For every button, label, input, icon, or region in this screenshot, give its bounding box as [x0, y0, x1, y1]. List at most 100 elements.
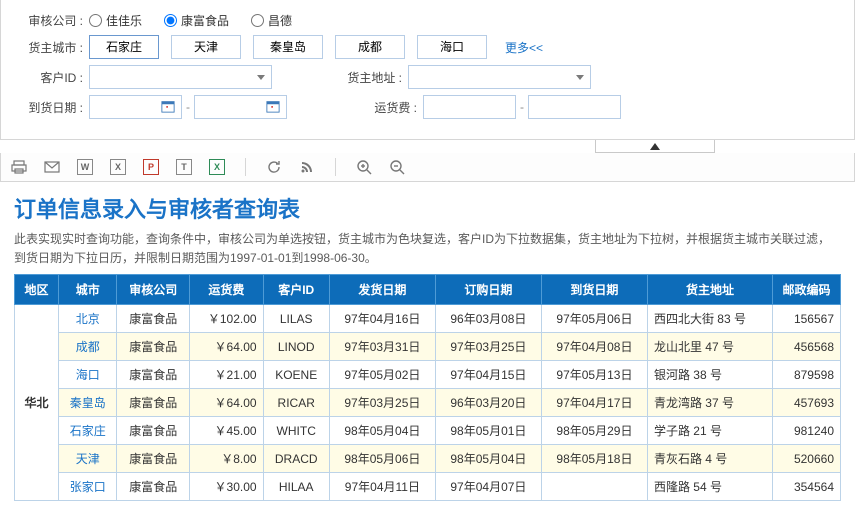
table-header: 邮政编码: [773, 275, 841, 305]
table-cell: DRACD: [263, 445, 329, 473]
table-cell: 97年04月07日: [435, 473, 541, 501]
table-cell: RICAR: [263, 389, 329, 417]
table-cell: 青灰石路 4 号: [647, 445, 772, 473]
toolbar: W X P T X: [0, 153, 855, 182]
table-cell: 98年05月04日: [329, 417, 435, 445]
table-cell: 银河路 38 号: [647, 361, 772, 389]
table-cell: 康富食品: [117, 333, 190, 361]
table-header: 地区: [15, 275, 59, 305]
report-title: 订单信息录入与审核者查询表: [14, 192, 841, 224]
table-header: 到货日期: [541, 275, 647, 305]
table-cell: HILAA: [263, 473, 329, 501]
collapse-tab-row: [0, 140, 855, 153]
table-row: 石家庄康富食品￥45.00WHITC98年05月04日98年05月01日98年0…: [15, 417, 841, 445]
filter-panel: 审核公司 : 佳佳乐 康富食品 昌德 货主城市 : 石家庄 天津 秦皇岛 成都 …: [0, 0, 855, 140]
radio-jjl-input[interactable]: [89, 14, 102, 27]
city-label: 货主城市 :: [11, 39, 89, 56]
customer-label: 客户ID :: [11, 69, 89, 86]
table-cell: 成都: [59, 333, 117, 361]
calendar-icon: [266, 99, 280, 116]
report-area: 订单信息录入与审核者查询表 此表实现实时查询功能，查询条件中，审核公司为单选按钮…: [0, 182, 855, 507]
city-btn-0[interactable]: 石家庄: [89, 35, 159, 59]
table-row: 华北北京康富食品￥102.00LILAS97年04月16日96年03月08日97…: [15, 305, 841, 333]
rss-icon[interactable]: [299, 159, 315, 175]
export-pdf-icon[interactable]: P: [143, 159, 159, 175]
arrival-date-from[interactable]: [89, 95, 182, 119]
freight-to-input[interactable]: [528, 95, 621, 119]
table-cell: ￥102.00: [190, 305, 263, 333]
table-cell: 456568: [773, 333, 841, 361]
table-cell: 学子路 21 号: [647, 417, 772, 445]
table-cell: 康富食品: [117, 389, 190, 417]
table-header: 货主地址: [647, 275, 772, 305]
arrival-date-to[interactable]: [194, 95, 287, 119]
print-icon[interactable]: [11, 159, 27, 175]
export-excel-icon[interactable]: X: [110, 159, 126, 175]
table-cell: 96年03月20日: [435, 389, 541, 417]
chevron-down-icon: [257, 75, 265, 80]
mail-icon[interactable]: [44, 159, 60, 175]
table-header: 订购日期: [435, 275, 541, 305]
company-radio-kfsp[interactable]: 康富食品: [164, 12, 229, 29]
table-cell: 天津: [59, 445, 117, 473]
report-desc: 此表实现实时查询功能，查询条件中，审核公司为单选按钮，货主城市为色块复选，客户I…: [14, 230, 841, 268]
table-cell: 康富食品: [117, 361, 190, 389]
table-row: 成都康富食品￥64.00LINOD97年03月31日97年03月25日97年04…: [15, 333, 841, 361]
table-cell: 西隆路 54 号: [647, 473, 772, 501]
table-cell: 457693: [773, 389, 841, 417]
freight-sep: -: [520, 100, 524, 114]
city-btn-1[interactable]: 天津: [171, 35, 241, 59]
refresh-icon[interactable]: [266, 159, 282, 175]
table-cell: 康富食品: [117, 417, 190, 445]
export-word-icon[interactable]: W: [77, 159, 93, 175]
customer-select[interactable]: [89, 65, 272, 89]
table-cell: 石家庄: [59, 417, 117, 445]
data-table: 地区城市审核公司运货费客户ID发货日期订购日期到货日期货主地址邮政编码 华北北京…: [14, 274, 841, 501]
company-radio-group: 佳佳乐 康富食品 昌德: [89, 12, 292, 29]
zoom-out-icon[interactable]: [389, 159, 405, 175]
city-btn-2[interactable]: 秦皇岛: [253, 35, 323, 59]
table-cell: 康富食品: [117, 305, 190, 333]
table-cell: 97年03月31日: [329, 333, 435, 361]
table-cell: 97年04月16日: [329, 305, 435, 333]
table-cell: ￥64.00: [190, 389, 263, 417]
collapse-toggle[interactable]: [595, 140, 715, 153]
arrival-label: 到货日期 :: [11, 99, 89, 116]
toolbar-divider: [335, 158, 336, 176]
table-cell: 98年05月18日: [541, 445, 647, 473]
company-radio-jjl[interactable]: 佳佳乐: [89, 12, 142, 29]
table-cell: 龙山北里 47 号: [647, 333, 772, 361]
company-radio-cd[interactable]: 昌德: [251, 12, 292, 29]
city-btn-4[interactable]: 海口: [417, 35, 487, 59]
table-cell: 354564: [773, 473, 841, 501]
city-btn-3[interactable]: 成都: [335, 35, 405, 59]
region-cell: 华北: [15, 305, 59, 501]
table-cell: ￥30.00: [190, 473, 263, 501]
table-cell: 156567: [773, 305, 841, 333]
table-cell: 97年04月17日: [541, 389, 647, 417]
export-txt-icon[interactable]: T: [176, 159, 192, 175]
chevron-down-icon: [576, 75, 584, 80]
table-cell: [541, 473, 647, 501]
export-xls-grid-icon[interactable]: X: [209, 159, 225, 175]
table-cell: 97年03月25日: [329, 389, 435, 417]
address-select[interactable]: [408, 65, 591, 89]
more-cities-link[interactable]: 更多<<: [505, 39, 543, 56]
table-cell: 青龙湾路 37 号: [647, 389, 772, 417]
table-cell: 97年04月08日: [541, 333, 647, 361]
triangle-up-icon: [650, 143, 660, 150]
company-label: 审核公司 :: [11, 12, 89, 29]
zoom-in-icon[interactable]: [356, 159, 372, 175]
radio-cd-input[interactable]: [251, 14, 264, 27]
table-cell: 康富食品: [117, 445, 190, 473]
table-cell: KOENE: [263, 361, 329, 389]
table-cell: 海口: [59, 361, 117, 389]
radio-kfsp-input[interactable]: [164, 14, 177, 27]
table-cell: 西四北大街 83 号: [647, 305, 772, 333]
table-cell: 520660: [773, 445, 841, 473]
freight-from-input[interactable]: [423, 95, 516, 119]
table-header: 审核公司: [117, 275, 190, 305]
table-cell: 秦皇岛: [59, 389, 117, 417]
table-header: 运货费: [190, 275, 263, 305]
table-row: 张家口康富食品￥30.00HILAA97年04月11日97年04月07日西隆路 …: [15, 473, 841, 501]
